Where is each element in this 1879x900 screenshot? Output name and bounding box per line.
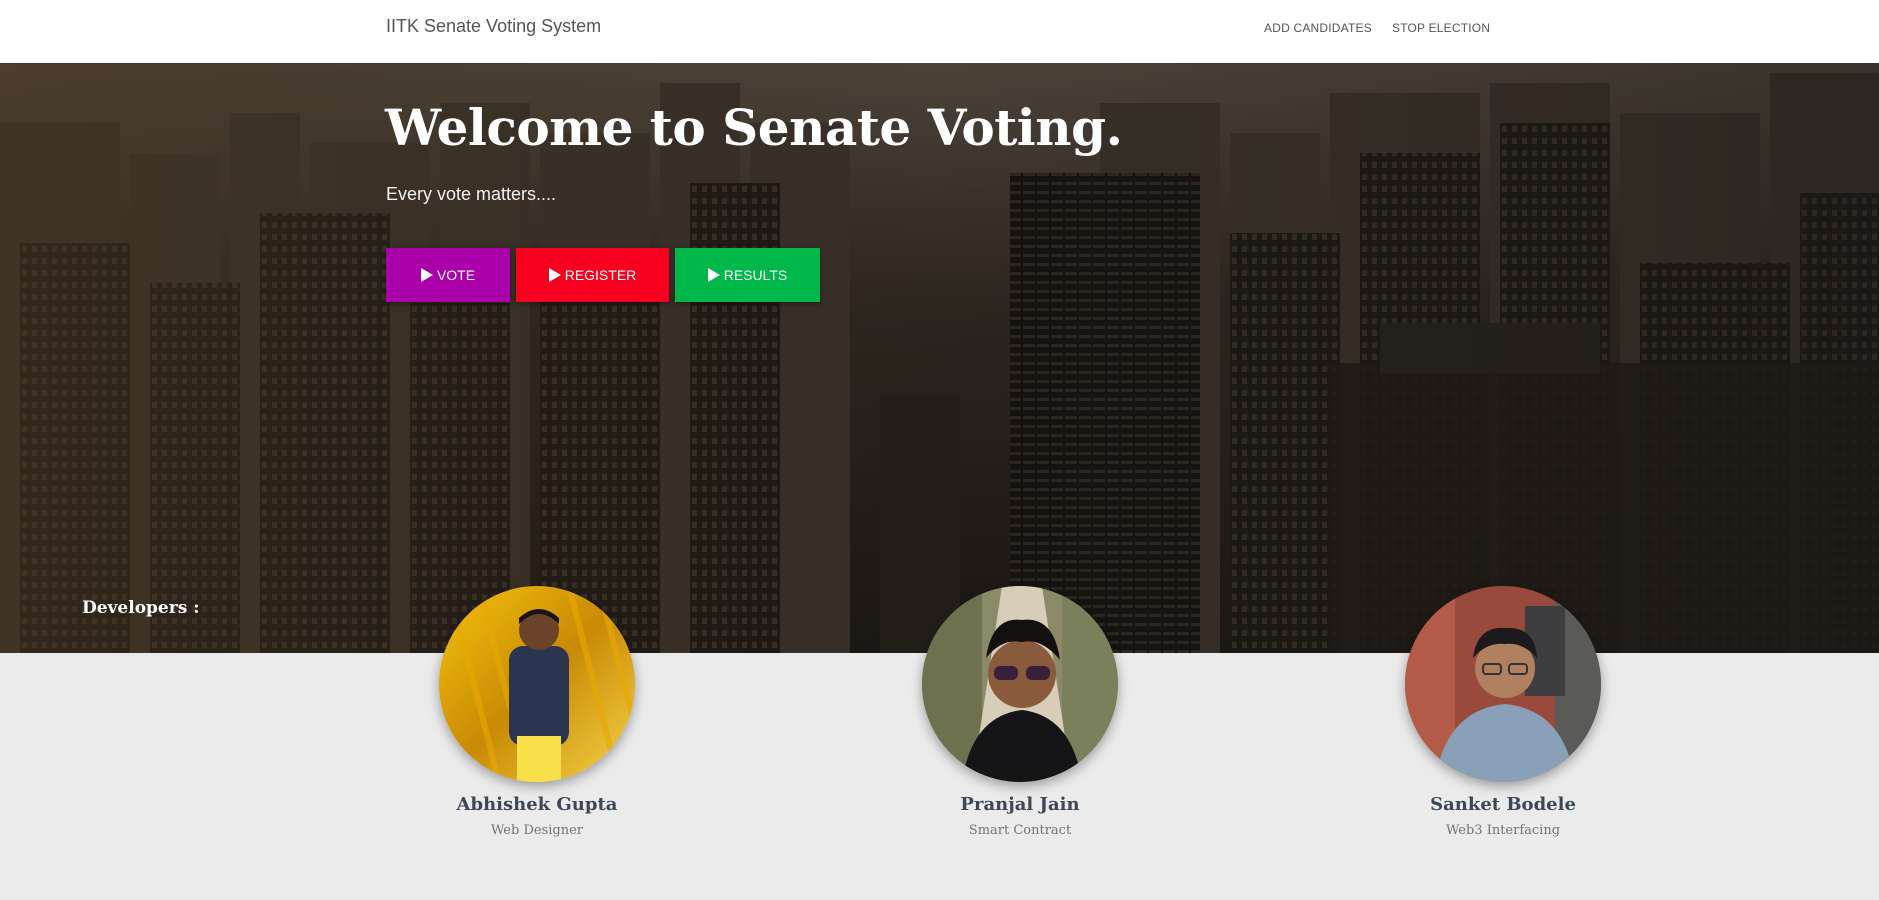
hero-subtitle: Every vote matters.... xyxy=(386,184,557,204)
developer-role: Smart Contract xyxy=(968,823,1072,838)
register-button[interactable]: REGISTER xyxy=(516,248,669,302)
developer-role: Web3 Interfacing xyxy=(1445,823,1561,838)
play-icon xyxy=(548,268,561,282)
developers-heading: Developers : xyxy=(82,598,200,618)
developer-card: Abhishek Gupta Web Designer xyxy=(387,586,687,838)
developer-card: Sanket Bodele Web3 Interfacing xyxy=(1353,586,1653,838)
avatar xyxy=(922,586,1118,782)
add-candidates-link[interactable]: ADD CANDIDATES xyxy=(1264,21,1372,35)
play-icon xyxy=(707,268,720,282)
developer-name: Pranjal Jain xyxy=(960,794,1080,815)
stop-election-link[interactable]: STOP ELECTION xyxy=(1392,21,1490,35)
register-button-label: REGISTER xyxy=(564,267,637,283)
results-button[interactable]: RESULTS xyxy=(675,248,820,302)
developer-role: Web Designer xyxy=(491,823,583,838)
hero-title: Welcome to Senate Voting. xyxy=(385,98,1123,157)
avatar xyxy=(439,586,635,782)
developer-name: Sanket Bodele xyxy=(1430,794,1576,815)
hero-section: Welcome to Senate Voting. Every vote mat… xyxy=(0,63,1879,653)
results-button-label: RESULTS xyxy=(723,267,788,283)
top-navbar: IITK Senate Voting System ADD CANDIDATES… xyxy=(0,0,1879,63)
vote-button-label: VOTE xyxy=(436,267,476,283)
avatar xyxy=(1405,586,1601,782)
developer-name: Abhishek Gupta xyxy=(456,794,618,815)
developer-card: Pranjal Jain Smart Contract xyxy=(870,586,1170,838)
vote-button[interactable]: VOTE xyxy=(386,248,510,302)
brand-title[interactable]: IITK Senate Voting System xyxy=(386,16,601,37)
play-icon xyxy=(420,268,433,282)
